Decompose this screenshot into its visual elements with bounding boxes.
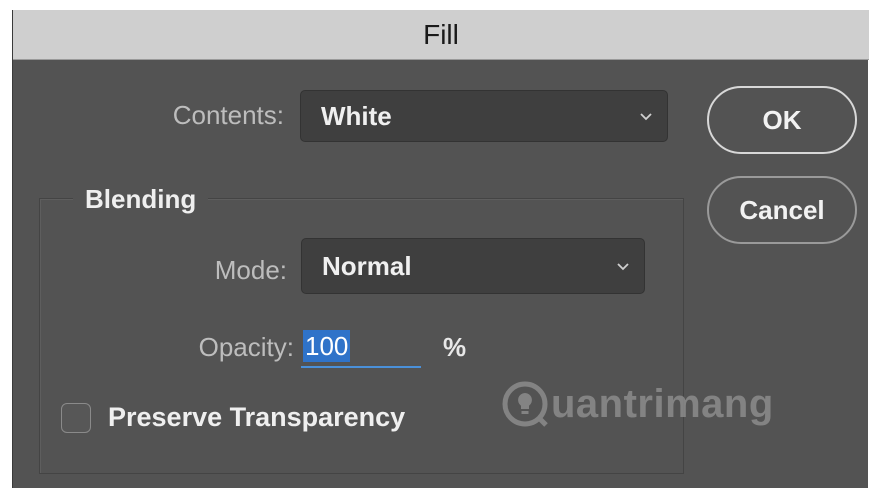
- fill-dialog: Fill Contents: White OK Cancel Blending …: [12, 10, 869, 488]
- opacity-unit: %: [443, 332, 467, 362]
- title-bar[interactable]: Fill: [13, 10, 869, 60]
- chevron-down-icon: [640, 113, 652, 121]
- mode-selected-value: Normal: [322, 250, 412, 281]
- cancel-button[interactable]: Cancel: [707, 176, 857, 244]
- opacity-value: 100: [303, 330, 351, 362]
- contents-label: Contents:: [172, 100, 284, 130]
- chevron-down-icon: [617, 263, 629, 271]
- blending-group-label: Blending: [73, 184, 209, 215]
- opacity-label: Opacity:: [198, 332, 294, 362]
- preserve-transparency-checkbox[interactable]: [61, 403, 91, 433]
- ok-button[interactable]: OK: [707, 86, 857, 154]
- opacity-input[interactable]: 100: [301, 330, 421, 368]
- contents-selected-value: White: [321, 100, 392, 131]
- lightbulb-icon: [502, 381, 548, 427]
- watermark-text: uantrimang: [551, 381, 774, 426]
- mode-select[interactable]: Normal: [301, 238, 645, 294]
- dialog-title: Fill: [423, 18, 459, 50]
- contents-select[interactable]: White: [300, 90, 668, 142]
- mode-label: Mode:: [214, 255, 287, 285]
- preserve-transparency-label[interactable]: Preserve Transparency: [108, 402, 405, 433]
- watermark: uantrimang: [501, 380, 774, 428]
